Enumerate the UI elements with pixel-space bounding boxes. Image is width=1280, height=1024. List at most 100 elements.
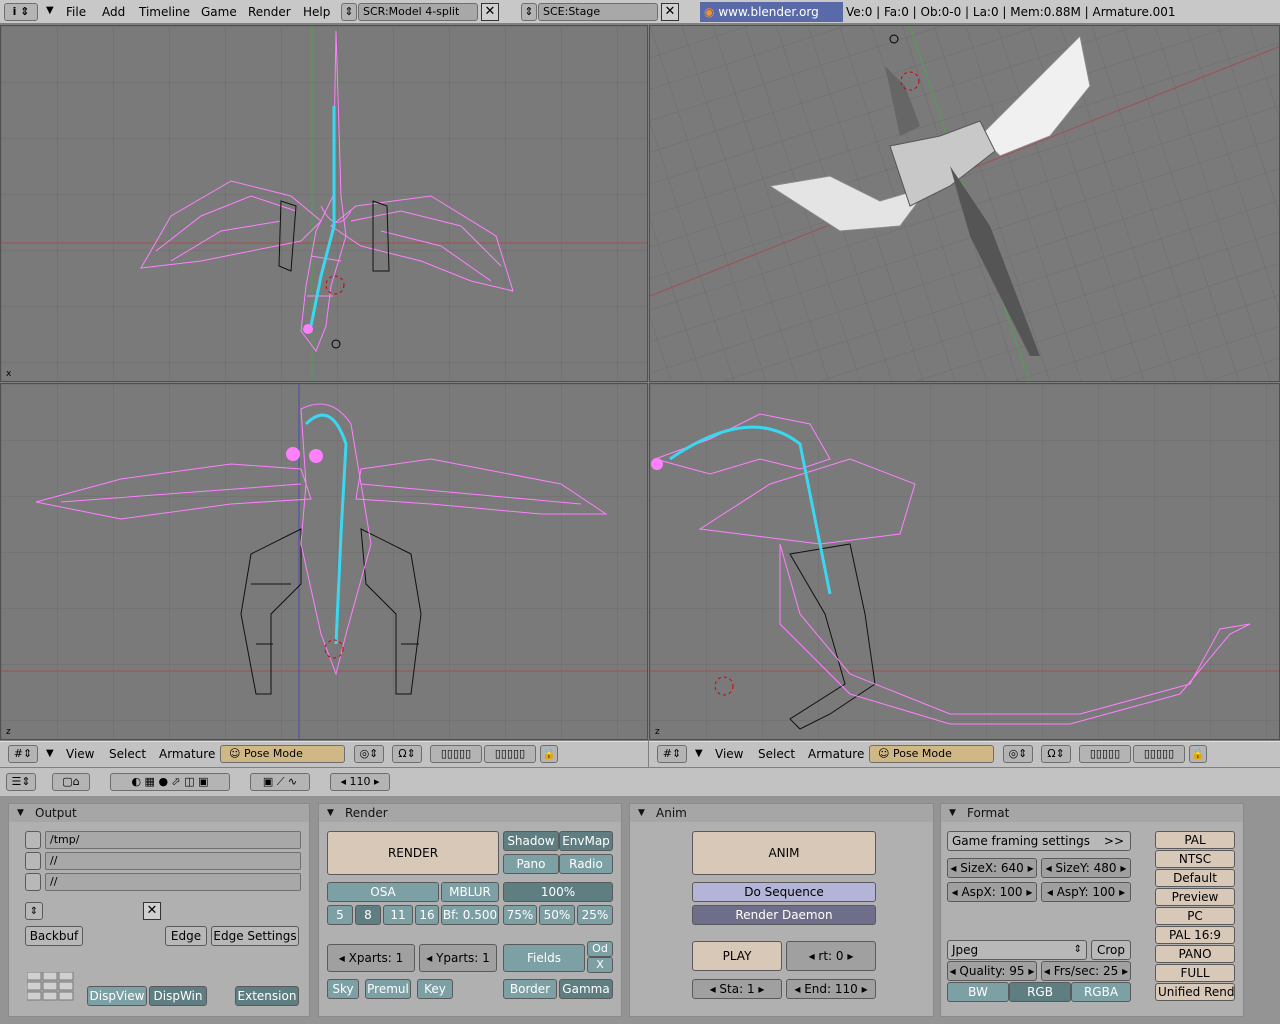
- radio-button[interactable]: Radio: [559, 854, 613, 874]
- buttons-window-icon[interactable]: ☰⇕: [6, 773, 36, 791]
- render-daemon-button[interactable]: Render Daemon: [692, 905, 876, 925]
- edge-settings-button[interactable]: Edge Settings: [211, 926, 299, 946]
- mblur-button[interactable]: MBLUR: [441, 882, 499, 902]
- x-button[interactable]: X: [587, 957, 613, 973]
- menu-select[interactable]: Select: [109, 747, 146, 761]
- pano-button[interactable]: Pano: [503, 854, 559, 874]
- scene-browse-button[interactable]: ⇕: [521, 3, 537, 21]
- dispwin-layout-icon[interactable]: [26, 971, 75, 1002]
- layers-row-1[interactable]: ▯▯▯▯▯: [430, 745, 482, 763]
- dispview-button[interactable]: DispView: [87, 986, 147, 1006]
- play-button[interactable]: PLAY: [692, 941, 782, 971]
- dispwin-button[interactable]: DispWin: [149, 986, 207, 1006]
- menu-view[interactable]: View: [715, 747, 743, 761]
- frame-field[interactable]: ◂ 110 ▸: [330, 773, 390, 791]
- fields-button[interactable]: Fields: [503, 944, 585, 972]
- rgb-button[interactable]: RGB: [1009, 982, 1071, 1002]
- quality-field[interactable]: ◂ Quality: 95 ▸: [947, 961, 1037, 981]
- grid-window-icon[interactable]: #⇕: [8, 745, 38, 763]
- menu-armature[interactable]: Armature: [159, 747, 215, 761]
- gamma-button[interactable]: Gamma: [559, 979, 613, 999]
- preset-default[interactable]: Default: [1155, 869, 1235, 887]
- mode-select[interactable]: ☺ Pose Mode: [869, 745, 994, 763]
- layers-row-2[interactable]: ▯▯▯▯▯: [484, 745, 536, 763]
- rt-field[interactable]: ◂ rt: 0 ▸: [786, 941, 876, 971]
- size-25-button[interactable]: 25%: [577, 905, 613, 925]
- pivot-icon[interactable]: ◎⇕: [354, 745, 384, 763]
- menu-render[interactable]: Render: [248, 5, 291, 19]
- preset-pano[interactable]: PANO: [1155, 945, 1235, 963]
- backbuf-button[interactable]: Backbuf: [25, 926, 83, 946]
- envmap-button[interactable]: EnvMap: [559, 831, 613, 851]
- scene-browse-icon[interactable]: ⇕: [25, 902, 43, 920]
- premul-button[interactable]: Premul: [365, 979, 411, 999]
- bw-button[interactable]: BW: [947, 982, 1009, 1002]
- screen-name-field[interactable]: SCR:Model 4-split: [358, 3, 478, 21]
- fps-field[interactable]: ◂ Frs/sec: 25 ▸: [1041, 961, 1131, 981]
- preset-pal-16-9[interactable]: PAL 16:9: [1155, 926, 1235, 944]
- menu-armature[interactable]: Armature: [808, 747, 864, 761]
- context-icons[interactable]: ◐ ▦ ● ⬀ ◫ ▣: [110, 773, 230, 791]
- osa-8-button[interactable]: 8: [355, 905, 381, 925]
- window-type-button[interactable]: i ⇕: [4, 3, 38, 21]
- viewport-bottom-right[interactable]: z: [649, 383, 1280, 740]
- scene-delete-button[interactable]: ✕: [661, 3, 679, 21]
- menu-add[interactable]: Add: [102, 5, 125, 19]
- ftype-path-field[interactable]: //: [45, 873, 301, 891]
- osa-16-button[interactable]: 16: [415, 905, 439, 925]
- lock-icon[interactable]: 🔒: [1189, 745, 1207, 763]
- layers-row-2[interactable]: ▯▯▯▯▯: [1133, 745, 1185, 763]
- render-button[interactable]: RENDER: [327, 831, 499, 875]
- scene-subcontext-icons[interactable]: ▣ ⟋ ∿: [250, 773, 310, 791]
- output-path-field[interactable]: /tmp/: [45, 831, 301, 849]
- collapse-arrow-icon[interactable]: ▼: [695, 748, 703, 759]
- osa-11-button[interactable]: 11: [383, 905, 413, 925]
- manipulator-icon[interactable]: Ω⇕: [1041, 745, 1071, 763]
- preset-pal[interactable]: PAL: [1155, 831, 1235, 849]
- edge-button[interactable]: Edge: [165, 926, 207, 946]
- aspy-field[interactable]: ◂ AspY: 100 ▸: [1041, 882, 1131, 902]
- viewport-top-left[interactable]: x: [0, 25, 648, 382]
- shadow-button[interactable]: Shadow: [503, 831, 559, 851]
- lock-icon[interactable]: 🔒: [540, 745, 558, 763]
- yparts-field[interactable]: ◂ Yparts: 1: [419, 944, 497, 972]
- preset-ntsc[interactable]: NTSC: [1155, 850, 1235, 868]
- sky-button[interactable]: Sky: [327, 979, 359, 999]
- file-type-select[interactable]: Jpeg ⇕: [947, 940, 1087, 960]
- menu-view[interactable]: View: [66, 747, 94, 761]
- grid-window-icon[interactable]: #⇕: [657, 745, 687, 763]
- odd-button[interactable]: Od: [587, 941, 613, 957]
- folder-icon[interactable]: [25, 852, 41, 870]
- viewport-bottom-left[interactable]: z: [0, 383, 648, 740]
- size-100-button[interactable]: 100%: [503, 882, 613, 902]
- screen-browse-button[interactable]: ⇕: [341, 3, 357, 21]
- game-framing-button[interactable]: Game framing settings >>: [947, 831, 1131, 851]
- preset-full[interactable]: FULL: [1155, 964, 1235, 982]
- xparts-field[interactable]: ◂ Xparts: 1: [327, 944, 415, 972]
- border-button[interactable]: Border: [503, 979, 557, 999]
- sizey-field[interactable]: ◂ SizeY: 480 ▸: [1041, 858, 1131, 878]
- collapse-arrow-icon[interactable]: ▼: [46, 748, 54, 759]
- osa-5-button[interactable]: 5: [327, 905, 353, 925]
- preset-preview[interactable]: Preview: [1155, 888, 1235, 906]
- menu-file[interactable]: File: [66, 5, 86, 19]
- anim-button[interactable]: ANIM: [692, 831, 876, 875]
- pivot-icon[interactable]: ◎⇕: [1003, 745, 1033, 763]
- extension-button[interactable]: Extension: [235, 986, 299, 1006]
- backbuf-path-field[interactable]: //: [45, 852, 301, 870]
- manipulator-icon[interactable]: Ω⇕: [392, 745, 422, 763]
- size-50-button[interactable]: 50%: [539, 905, 575, 925]
- preset-pc[interactable]: PC: [1155, 907, 1235, 925]
- sizex-field[interactable]: ◂ SizeX: 640 ▸: [947, 858, 1037, 878]
- viewport-top-right[interactable]: [649, 25, 1280, 382]
- start-frame-field[interactable]: ◂ Sta: 1 ▸: [692, 979, 782, 999]
- menu-timeline[interactable]: Timeline: [139, 5, 190, 19]
- folder-icon[interactable]: [25, 831, 41, 849]
- folder-icon[interactable]: [25, 873, 41, 891]
- key-button[interactable]: Key: [417, 979, 453, 999]
- rgba-button[interactable]: RGBA: [1071, 982, 1131, 1002]
- menu-game[interactable]: Game: [201, 5, 237, 19]
- unified-renderer-button[interactable]: Unified Rende: [1155, 983, 1235, 1001]
- collapse-arrow-icon[interactable]: ▼: [46, 5, 54, 16]
- size-75-button[interactable]: 75%: [503, 905, 537, 925]
